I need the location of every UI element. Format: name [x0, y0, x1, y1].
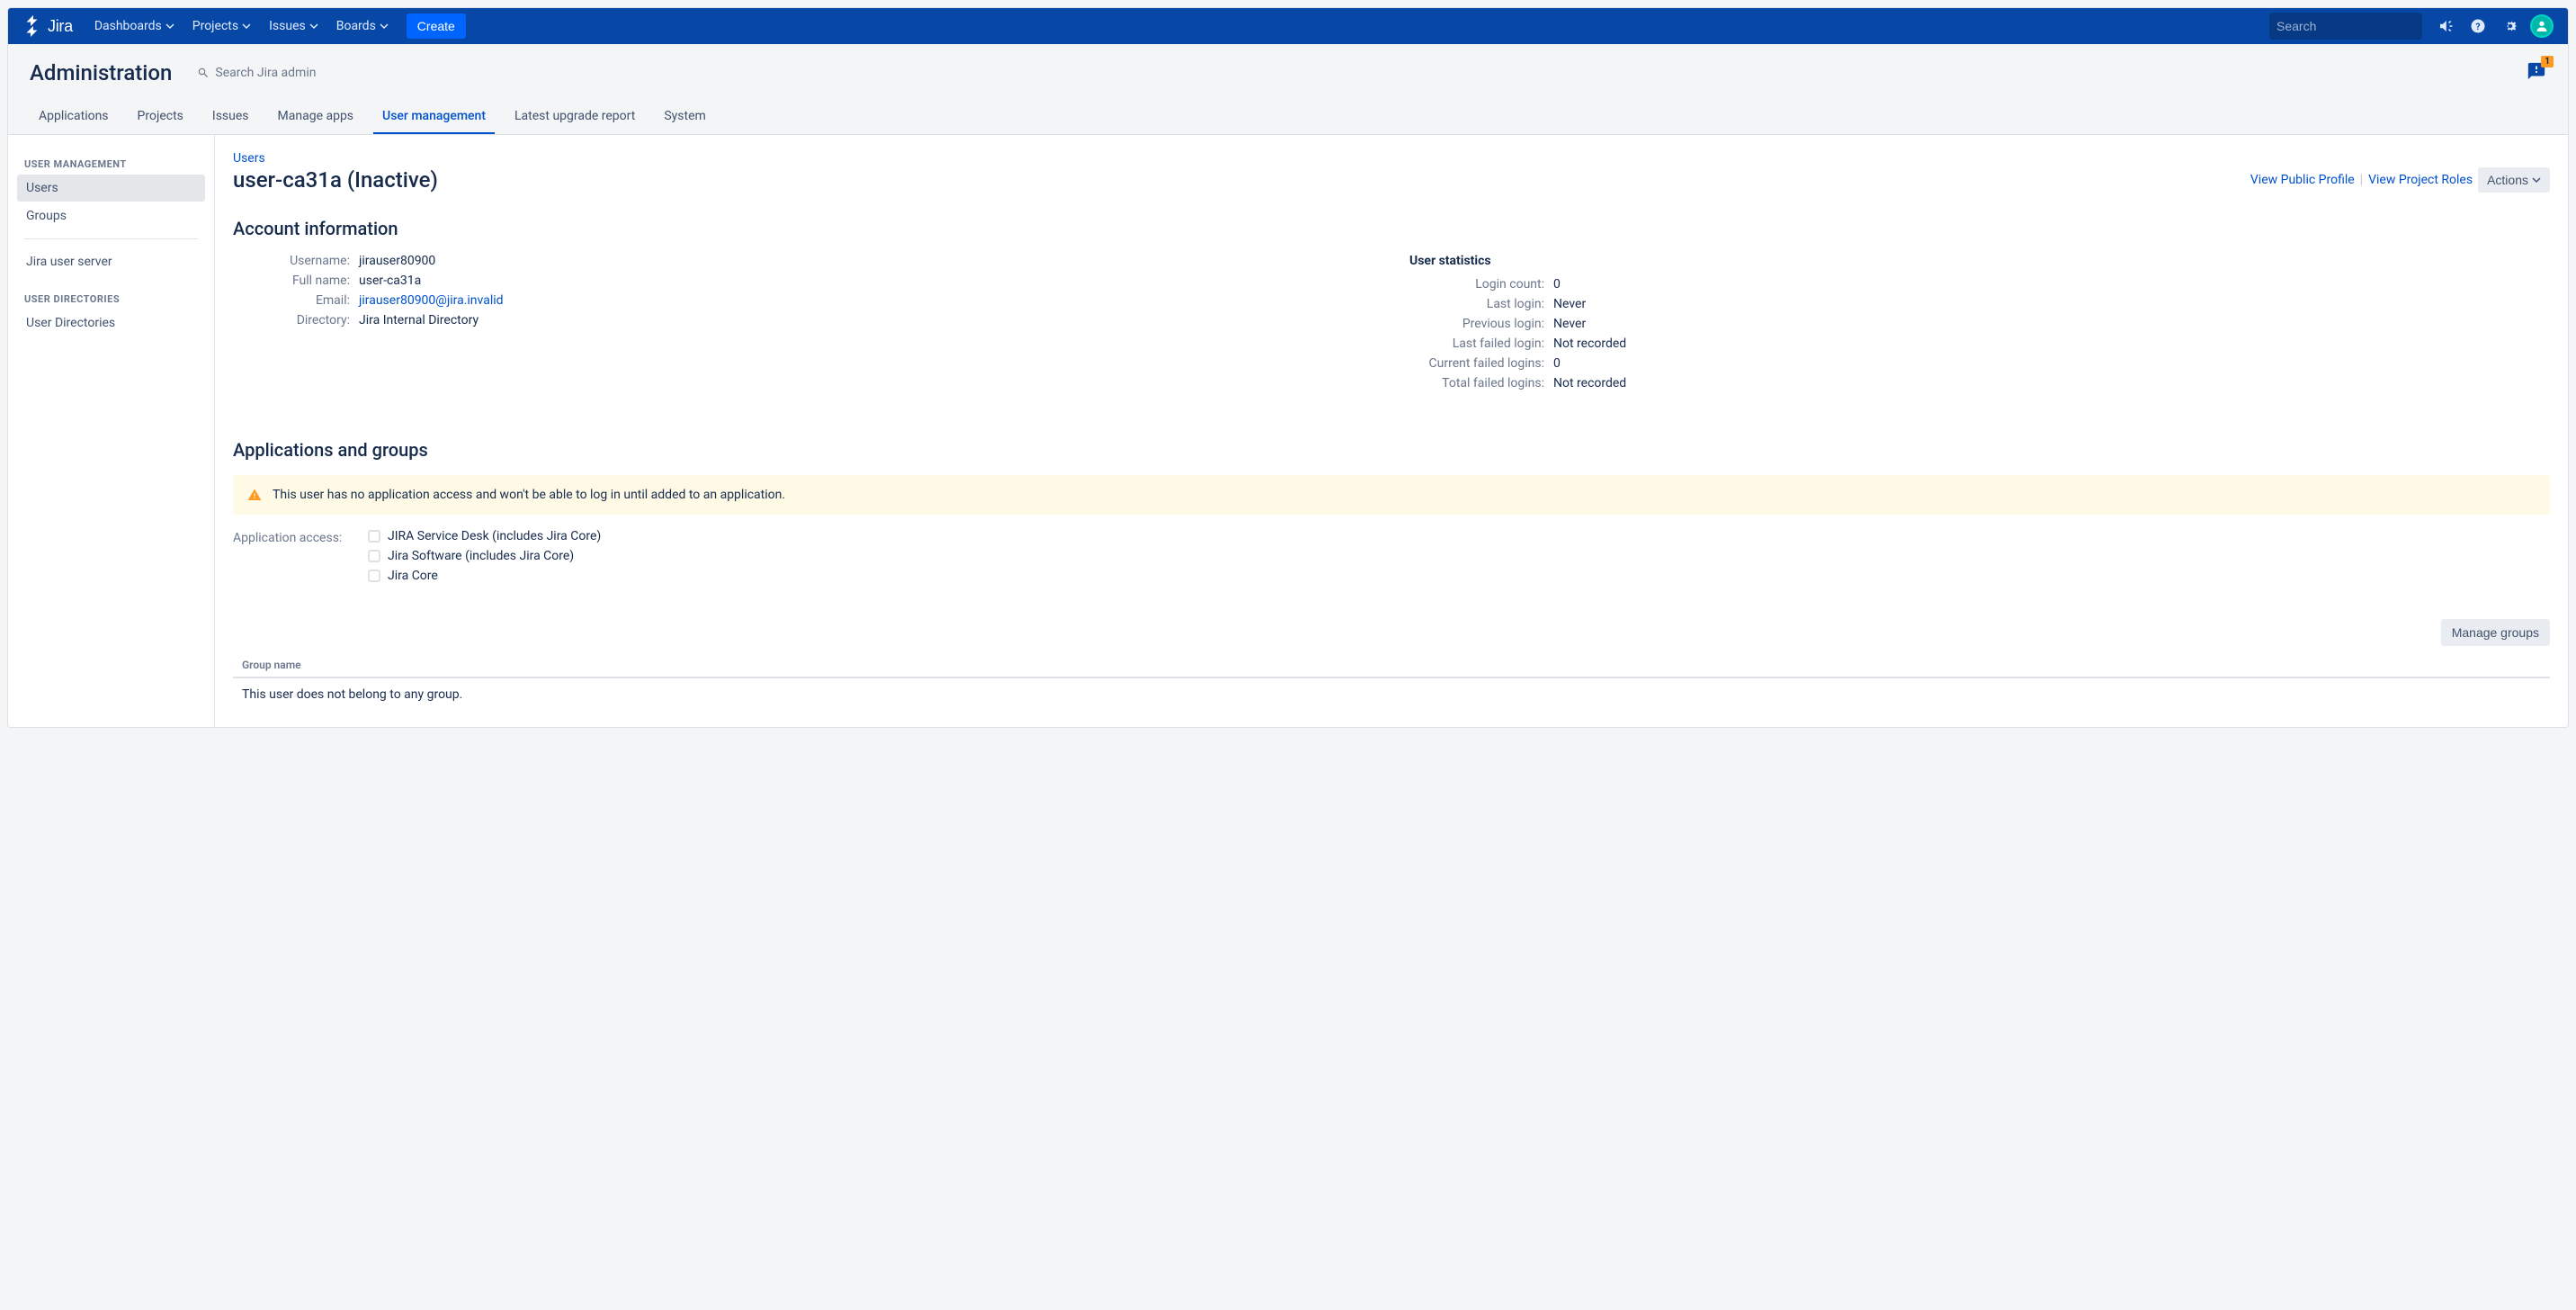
user-avatar[interactable] [2530, 14, 2554, 38]
app-checkbox-software[interactable]: Jira Software (includes Jira Core) [368, 549, 601, 563]
user-stats-col: User statistics Login count:0 Last login… [1409, 254, 2550, 396]
view-public-profile-link[interactable]: View Public Profile [2250, 173, 2355, 187]
sidebar-heading-user-mgmt: USER MANAGEMENT [17, 155, 205, 174]
sidebar: USER MANAGEMENT Users Groups Jira user s… [8, 135, 215, 727]
email-value[interactable]: jirauser80900@jira.invalid [359, 293, 504, 308]
jira-logo-text: Jira [48, 17, 73, 36]
user-stats-title: User statistics [1409, 254, 2550, 268]
last-failed-value: Not recorded [1553, 336, 1626, 351]
app-access-label: Application access: [233, 529, 359, 545]
tab-issues[interactable]: Issues [203, 102, 258, 134]
chevron-down-icon [242, 22, 251, 31]
jira-logo-icon [22, 15, 44, 37]
admin-search-placeholder: Search Jira admin [215, 66, 316, 80]
checkbox-icon[interactable] [368, 530, 380, 543]
gear-icon[interactable] [2498, 13, 2523, 39]
username-label: Username: [233, 254, 359, 268]
apps-groups-title: Applications and groups [233, 439, 2550, 461]
feedback-badge-count: 1 [2541, 56, 2554, 67]
last-login-value: Never [1553, 297, 1586, 311]
chevron-down-icon [165, 22, 174, 31]
account-info-title: Account information [233, 218, 2550, 239]
prev-login-value: Never [1553, 317, 1586, 331]
chevron-down-icon [2532, 175, 2541, 184]
checkbox-icon[interactable] [368, 570, 380, 582]
megaphone-icon[interactable] [2433, 13, 2458, 39]
username-value: jirauser80900 [359, 254, 435, 268]
checkbox-icon[interactable] [368, 550, 380, 562]
account-info-col: Username:jirauser80900 Full name:user-ca… [233, 254, 1373, 396]
last-login-label: Last login: [1409, 297, 1553, 311]
nav-projects[interactable]: Projects [185, 13, 258, 39]
sidebar-divider [24, 238, 198, 239]
create-button[interactable]: Create [407, 13, 466, 39]
prev-login-label: Previous login: [1409, 317, 1553, 331]
tab-latest-upgrade[interactable]: Latest upgrade report [505, 102, 644, 134]
warning-banner: This user has no application access and … [233, 475, 2550, 515]
group-name-header: Group name [233, 653, 2550, 678]
current-failed-label: Current failed logins: [1409, 356, 1553, 371]
current-failed-value: 0 [1553, 356, 1561, 371]
actions-button[interactable]: Actions [2478, 167, 2550, 193]
sidebar-item-user-directories[interactable]: User Directories [17, 310, 205, 336]
directory-label: Directory: [233, 313, 359, 328]
feedback-button[interactable]: 1 [2527, 61, 2546, 85]
global-search-input[interactable] [2276, 19, 2439, 33]
tab-projects[interactable]: Projects [129, 102, 192, 134]
email-label: Email: [233, 293, 359, 308]
svg-text:?: ? [2475, 21, 2480, 32]
top-nav: Jira Dashboards Projects Issues Boards C… [8, 8, 2568, 44]
admin-header: Administration Search Jira admin 1 Appli… [8, 44, 2568, 135]
main-content: Users user-ca31a (Inactive) View Public … [215, 135, 2568, 727]
tab-applications[interactable]: Applications [30, 102, 118, 134]
nav-issues[interactable]: Issues [262, 13, 326, 39]
breadcrumb-users[interactable]: Users [233, 151, 265, 166]
chevron-down-icon [380, 22, 389, 31]
admin-search[interactable]: Search Jira admin [197, 66, 316, 80]
app-checkbox-core[interactable]: Jira Core [368, 569, 601, 583]
tab-user-management[interactable]: User management [373, 102, 495, 134]
admin-title: Administration [30, 60, 172, 85]
global-search[interactable] [2269, 13, 2422, 40]
jira-logo[interactable]: Jira [22, 15, 73, 37]
admin-tabs: Applications Projects Issues Manage apps… [30, 102, 2546, 134]
login-count-value: 0 [1553, 277, 1561, 292]
group-empty-text: This user does not belong to any group. [233, 678, 2550, 711]
page-title: user-ca31a (Inactive) [233, 167, 438, 193]
warning-icon [247, 488, 262, 502]
manage-groups-button[interactable]: Manage groups [2441, 619, 2550, 646]
chevron-down-icon [309, 22, 318, 31]
help-icon[interactable]: ? [2465, 13, 2491, 39]
sidebar-item-groups[interactable]: Groups [17, 202, 205, 229]
last-failed-label: Last failed login: [1409, 336, 1553, 351]
directory-value: Jira Internal Directory [359, 313, 479, 328]
sidebar-item-jira-user-server[interactable]: Jira user server [17, 248, 205, 275]
login-count-label: Login count: [1409, 277, 1553, 292]
view-project-roles-link[interactable]: View Project Roles [2368, 173, 2473, 187]
page-actions: View Public Profile | View Project Roles… [2250, 167, 2550, 193]
fullname-value: user-ca31a [359, 274, 421, 288]
search-icon [197, 67, 210, 79]
fullname-label: Full name: [233, 274, 359, 288]
total-failed-value: Not recorded [1553, 376, 1626, 390]
tab-system[interactable]: System [655, 102, 714, 134]
nav-boards[interactable]: Boards [329, 13, 396, 39]
sidebar-heading-user-dirs: USER DIRECTORIES [17, 290, 205, 309]
tab-manage-apps[interactable]: Manage apps [269, 102, 363, 134]
sidebar-item-users[interactable]: Users [17, 175, 205, 202]
warning-text: This user has no application access and … [273, 488, 785, 502]
nav-dashboards[interactable]: Dashboards [87, 13, 182, 39]
app-checkbox-service-desk[interactable]: JIRA Service Desk (includes Jira Core) [368, 529, 601, 543]
total-failed-label: Total failed logins: [1409, 376, 1553, 390]
